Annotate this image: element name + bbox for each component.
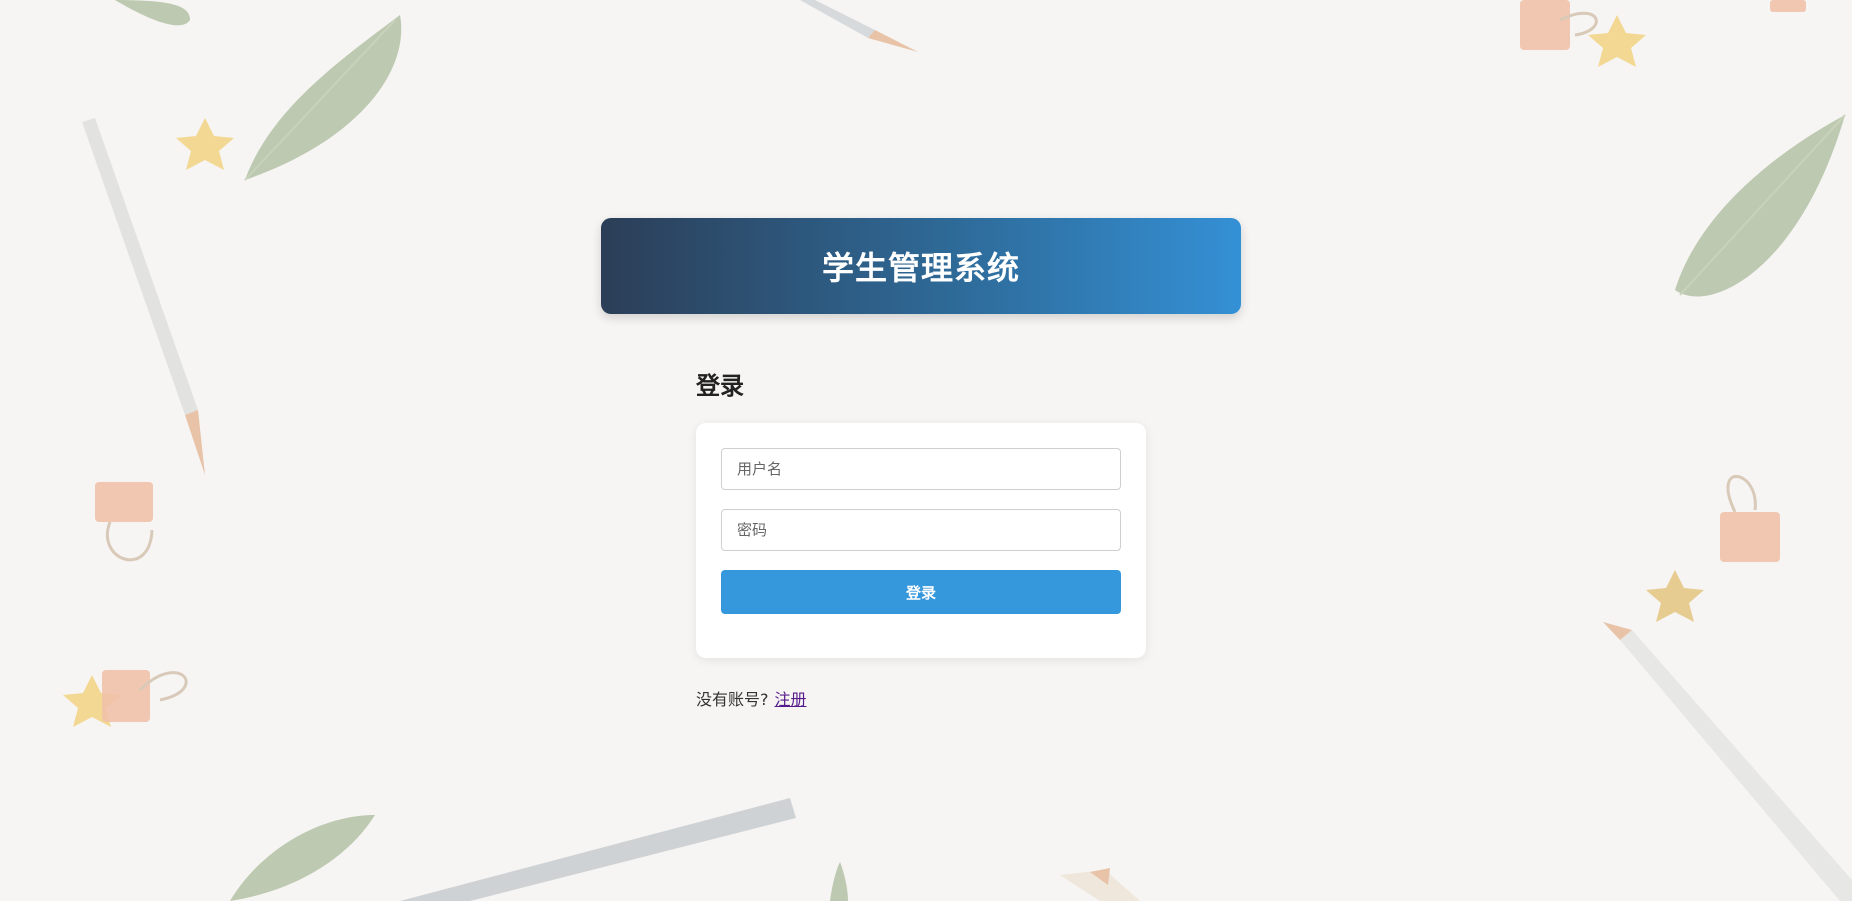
- register-prompt-text: 没有账号?: [696, 690, 769, 709]
- app-title: 学生管理系统: [821, 249, 1020, 287]
- app-header: 学生管理系统: [601, 218, 1241, 314]
- pencil-icon: [1603, 622, 1852, 901]
- leaf-icon: [1675, 114, 1846, 297]
- star-icon: [63, 675, 121, 727]
- pencil-icon: [82, 118, 205, 475]
- leaf-icon: [115, 0, 190, 26]
- login-button[interactable]: 登录: [721, 570, 1121, 614]
- binder-clip-icon: [95, 482, 154, 562]
- leaf-icon: [244, 15, 402, 181]
- register-link[interactable]: 注册: [775, 690, 807, 709]
- leaf-icon: [830, 862, 848, 901]
- binder-clip-icon: [1520, 0, 1598, 50]
- password-input[interactable]: [721, 509, 1121, 551]
- star-icon: [1646, 570, 1704, 622]
- pencil-icon: [1060, 868, 1140, 901]
- username-input[interactable]: [721, 448, 1121, 490]
- star-icon: [176, 118, 234, 170]
- binder-clip-icon: [1770, 0, 1806, 12]
- login-form: 登录: [696, 423, 1146, 658]
- register-prompt-line: 没有账号? 注册: [696, 686, 807, 710]
- login-heading: 登录: [696, 372, 744, 400]
- binder-clip-icon: [102, 670, 188, 722]
- pencil-icon: [400, 798, 796, 901]
- pencil-icon: [800, 0, 918, 52]
- star-icon: [1588, 15, 1646, 67]
- binder-clip-icon: [1720, 474, 1780, 562]
- leaf-icon: [230, 815, 375, 901]
